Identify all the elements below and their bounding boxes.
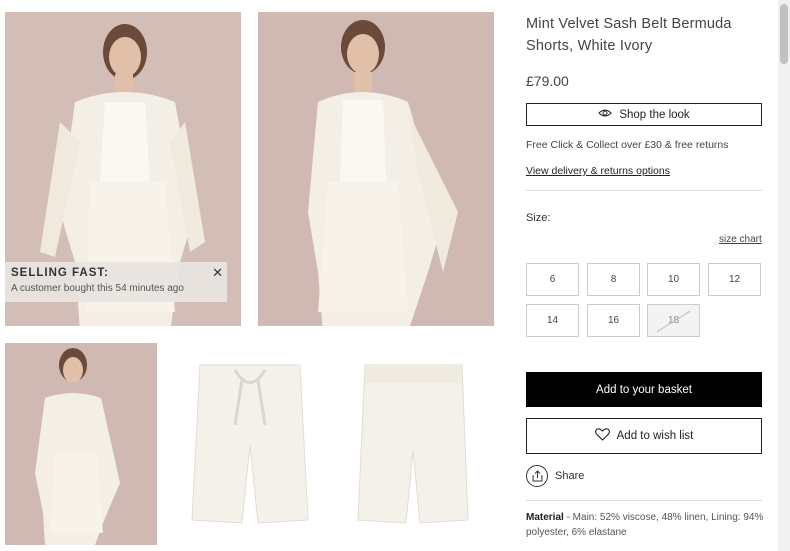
- size-chart-link[interactable]: size chart: [719, 234, 762, 245]
- product-image-4[interactable]: [180, 355, 320, 530]
- material-info: Material - Main: 52% viscose, 48% linen,…: [526, 510, 766, 540]
- share-label: Share: [555, 470, 585, 482]
- size-option-16[interactable]: 16: [587, 304, 640, 337]
- scrollbar-thumb[interactable]: [780, 4, 788, 64]
- heart-icon: [594, 428, 617, 444]
- shop-the-look-label: Shop the look: [619, 108, 690, 121]
- close-icon[interactable]: ✕: [212, 265, 223, 281]
- product-image-3[interactable]: [5, 343, 157, 545]
- add-to-basket-button[interactable]: Add to your basket: [526, 372, 762, 407]
- divider: [526, 500, 762, 501]
- wishlist-label: Add to wish list: [616, 430, 694, 442]
- size-option-12[interactable]: 12: [708, 263, 761, 296]
- delivery-info: Free Click & Collect over £30 & free ret…: [526, 139, 729, 151]
- eye-icon: [598, 108, 619, 121]
- size-option-8[interactable]: 8: [587, 263, 640, 296]
- delivery-returns-link[interactable]: View delivery & returns options: [526, 165, 670, 177]
- product-image-5[interactable]: [350, 355, 475, 530]
- selling-fast-banner: SELLING FAST: A customer bought this 54 …: [5, 262, 227, 302]
- share-button[interactable]: Share: [526, 465, 584, 487]
- share-icon: [526, 465, 548, 487]
- size-label: Size:: [526, 212, 551, 224]
- selling-fast-text: A customer bought this 54 minutes ago: [11, 283, 184, 294]
- size-option-10[interactable]: 10: [647, 263, 700, 296]
- product-image-2[interactable]: [258, 12, 494, 326]
- size-option-6[interactable]: 6: [526, 263, 579, 296]
- product-price: £79.00: [526, 73, 569, 89]
- size-option-18[interactable]: 18: [647, 304, 700, 337]
- size-option-14[interactable]: 14: [526, 304, 579, 337]
- shop-the-look-button[interactable]: Shop the look: [526, 103, 762, 126]
- product-title: Mint Velvet Sash Belt Bermuda Shorts, Wh…: [526, 16, 732, 54]
- selling-fast-title: SELLING FAST:: [11, 267, 109, 279]
- divider: [526, 190, 762, 191]
- scrollbar[interactable]: [778, 0, 790, 551]
- material-label: Material: [526, 512, 564, 523]
- add-to-wishlist-button[interactable]: Add to wish list: [526, 418, 762, 454]
